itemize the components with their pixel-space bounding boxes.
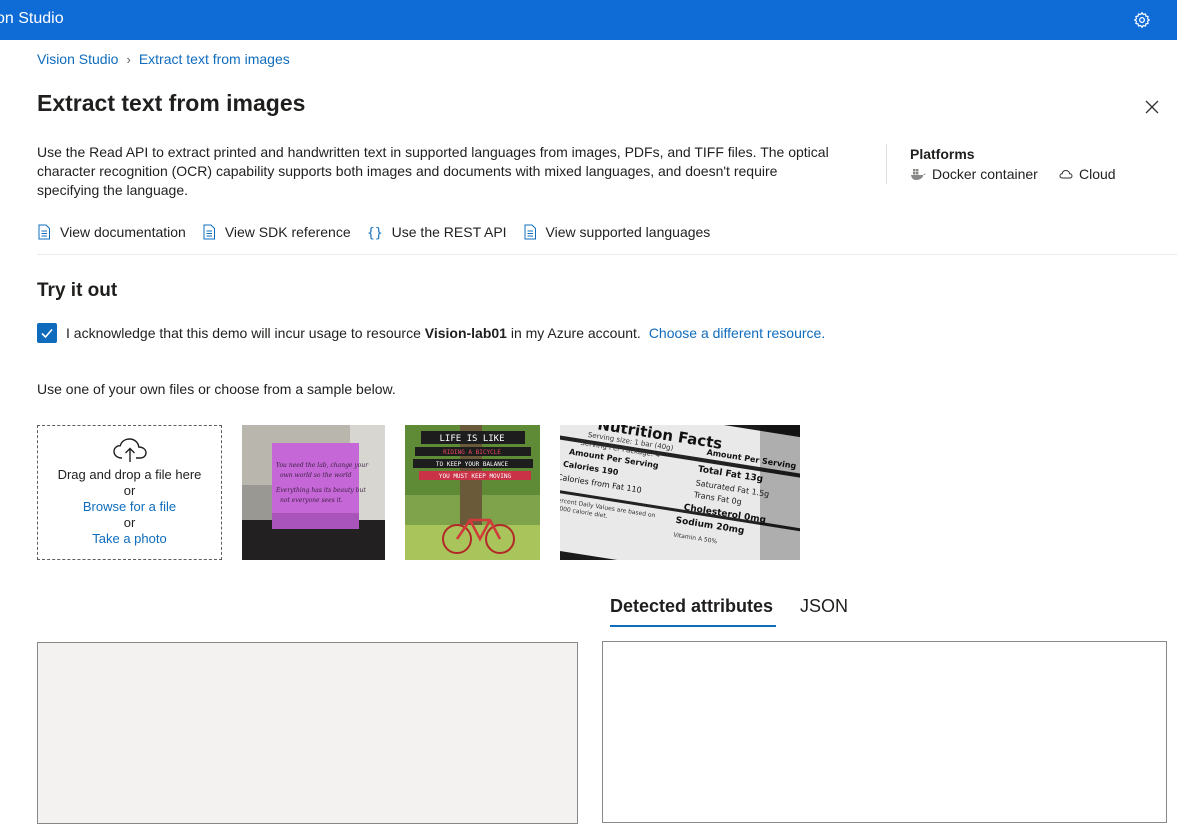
nutrition-label-image: Nutrition Facts Serving size: 1 bar (40g… bbox=[560, 425, 800, 560]
checkmark-icon bbox=[41, 328, 53, 339]
view-supported-languages-link[interactable]: View supported languages bbox=[523, 222, 711, 242]
close-icon[interactable] bbox=[1142, 97, 1162, 117]
platform-docker-label: Docker container bbox=[932, 166, 1038, 182]
document-icon bbox=[524, 224, 536, 240]
ack-suffix: in my Azure account. bbox=[506, 325, 641, 341]
gear-icon[interactable] bbox=[1133, 11, 1151, 29]
view-sdk-reference-link[interactable]: View SDK reference bbox=[202, 222, 351, 242]
view-sdk-reference-label: View SDK reference bbox=[224, 224, 351, 240]
note-text-line: You need the lab, change your bbox=[276, 462, 369, 469]
poster-text-line: RIDING A BICYCLE bbox=[443, 449, 501, 456]
top-bar: on Studio bbox=[0, 0, 1177, 40]
platform-cloud-label: Cloud bbox=[1079, 166, 1116, 182]
tab-json[interactable]: JSON bbox=[800, 596, 848, 617]
detected-attributes-panel bbox=[602, 641, 1167, 823]
or-text: or bbox=[123, 483, 136, 498]
resource-name: Vision-lab01 bbox=[424, 325, 507, 341]
view-documentation-link[interactable]: View documentation bbox=[37, 222, 186, 242]
breadcrumb-vision-studio[interactable]: Vision Studio bbox=[37, 51, 118, 67]
take-photo-link[interactable]: Take a photo bbox=[38, 531, 221, 547]
poster-text-line: LIFE IS LIKE bbox=[439, 434, 504, 444]
breadcrumb: Vision Studio › Extract text from images bbox=[37, 51, 290, 67]
breadcrumb-extract-text[interactable]: Extract text from images bbox=[139, 51, 290, 67]
vertical-divider bbox=[886, 144, 887, 184]
cloud-icon bbox=[1059, 169, 1073, 179]
sample-image-bicycle-poster[interactable]: LIFE IS LIKE RIDING A BICYCLE TO KEEP YO… bbox=[405, 425, 540, 560]
svg-text:{}: {} bbox=[367, 226, 383, 240]
or-text: or bbox=[123, 515, 136, 530]
page-title: Extract text from images bbox=[37, 90, 306, 116]
app-title[interactable]: on Studio bbox=[0, 10, 64, 28]
resource-links: View documentation View SDK reference {}… bbox=[37, 222, 726, 242]
ack-prefix: I acknowledge that this demo will incur … bbox=[66, 325, 425, 341]
acknowledge-checkbox[interactable] bbox=[37, 323, 57, 343]
view-documentation-label: View documentation bbox=[60, 224, 186, 240]
sample-image-nutrition-label[interactable]: Nutrition Facts Serving size: 1 bar (40g… bbox=[560, 425, 800, 560]
poster-text-line: YOU MUST KEEP MOVING bbox=[439, 473, 512, 480]
chevron-right-icon: › bbox=[126, 52, 131, 67]
document-icon bbox=[38, 224, 50, 240]
acknowledge-text: I acknowledge that this demo will incur … bbox=[66, 325, 825, 341]
platform-docker: Docker container bbox=[910, 166, 1038, 182]
platform-cloud: Cloud bbox=[1059, 166, 1116, 182]
active-tab-indicator bbox=[610, 625, 776, 627]
handwritten-note-image: You need the lab, change your own world … bbox=[242, 425, 385, 560]
choose-different-resource-link[interactable]: Choose a different resource. bbox=[649, 325, 825, 341]
note-text-line: own world so the world bbox=[280, 472, 352, 479]
drag-drop-text: Drag and drop a file here bbox=[57, 467, 202, 482]
section-divider bbox=[37, 254, 1177, 255]
use-rest-api-label: Use the REST API bbox=[391, 224, 507, 240]
docker-icon bbox=[911, 169, 926, 180]
tab-detected-attributes[interactable]: Detected attributes bbox=[610, 596, 773, 617]
sample-image-handwritten-note[interactable]: You need the lab, change your own world … bbox=[242, 425, 385, 560]
use-rest-api-link[interactable]: {} Use the REST API bbox=[367, 222, 507, 242]
try-it-out-title: Try it out bbox=[37, 280, 118, 301]
image-preview-panel bbox=[37, 642, 578, 824]
note-text-line: Everything has its beauty but bbox=[275, 487, 366, 494]
braces-icon: {} bbox=[367, 226, 383, 240]
platforms-title: Platforms bbox=[910, 146, 975, 162]
file-drop-zone[interactable]: Drag and drop a file here or Browse for … bbox=[37, 425, 222, 560]
page-description: Use the Read API to extract printed and … bbox=[37, 144, 829, 198]
cloud-upload-icon bbox=[112, 438, 147, 462]
sample-instructions: Use one of your own files or choose from… bbox=[37, 381, 396, 397]
document-icon bbox=[203, 224, 215, 240]
poster-text-line: TO KEEP YOUR BALANCE bbox=[436, 461, 509, 468]
browse-file-link[interactable]: Browse for a file bbox=[38, 499, 221, 515]
view-supported-languages-label: View supported languages bbox=[545, 224, 711, 240]
bicycle-poster-image: LIFE IS LIKE RIDING A BICYCLE TO KEEP YO… bbox=[405, 425, 540, 560]
note-text-line: not everyone sees it. bbox=[280, 497, 343, 504]
